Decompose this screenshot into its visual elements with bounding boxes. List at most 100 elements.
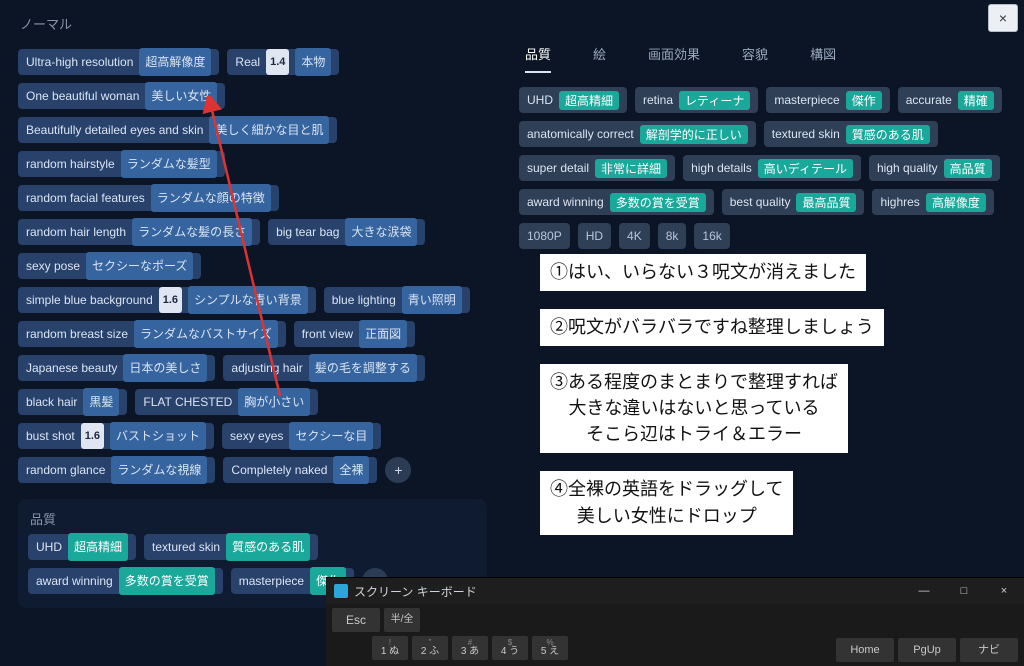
osk-key[interactable]: %5 え <box>532 636 568 660</box>
tab-4[interactable]: 構図 <box>810 44 836 73</box>
tag-translation: 高いディテール <box>758 159 853 178</box>
library-tag[interactable]: 4K <box>619 223 650 249</box>
osk-title-text: スクリーン キーボード <box>354 583 477 600</box>
prompt-tag[interactable]: textured skin質感のある肌 <box>144 534 318 560</box>
tag-translation: 多数の賞を受賞 <box>610 193 706 212</box>
tag-translation: ランダムな顔の特徴 <box>151 184 271 212</box>
instruction-note: ②呪文がバラバラですね整理しましょう <box>540 309 884 346</box>
prompt-tag[interactable]: Ultra-high resolution超高解像度 <box>18 49 219 75</box>
library-tag[interactable]: HD <box>578 223 611 249</box>
library-tag[interactable]: high quality高品質 <box>869 155 1000 181</box>
library-tag[interactable]: 16k <box>694 223 729 249</box>
tag-translation: ランダムな髪型 <box>121 150 217 178</box>
tab-1[interactable]: 絵 <box>593 44 606 73</box>
tag-translation: 超高精細 <box>68 533 128 561</box>
tag-translation: セクシーなポーズ <box>86 252 193 280</box>
prompt-tag[interactable]: Completely naked全裸 <box>223 457 377 483</box>
prompt-tag[interactable]: blue lighting青い照明 <box>324 287 470 313</box>
library-tag[interactable]: highres高解像度 <box>872 189 993 215</box>
tab-2[interactable]: 画面効果 <box>648 44 700 73</box>
prompt-tag[interactable]: black hair黒髪 <box>18 389 127 415</box>
osk-key[interactable]: #3 あ <box>452 636 488 660</box>
prompt-tag[interactable]: front view正面図 <box>294 321 415 347</box>
library-tag[interactable]: super detail非常に詳細 <box>519 155 675 181</box>
tag-translation: 高品質 <box>944 159 992 178</box>
library-tag[interactable]: 1080P <box>519 223 570 249</box>
prompt-tag[interactable]: Japanese beauty日本の美しさ <box>18 355 215 381</box>
tag-translation: 多数の賞を受賞 <box>119 567 215 595</box>
tag-translation: バストショット <box>110 422 206 450</box>
prompt-tag[interactable]: adjusting hair髪の毛を調整する <box>223 355 424 381</box>
prompt-tag[interactable]: big tear bag大きな涙袋 <box>268 219 425 245</box>
tag-translation: 日本の美しさ <box>123 354 207 382</box>
library-tag[interactable]: accurate精確 <box>898 87 1002 113</box>
tag-translation: 青い照明 <box>402 286 462 314</box>
tag-translation: ランダムな視線 <box>111 456 207 484</box>
tag-translation: 大きな涙袋 <box>345 218 417 246</box>
tag-translation: 正面図 <box>359 320 407 348</box>
close-window-button[interactable]: × <box>984 578 1024 604</box>
osk-key[interactable]: $4 う <box>492 636 528 660</box>
tag-translation: 高解像度 <box>926 193 986 212</box>
tag-weight: 1.6 <box>159 287 182 313</box>
tag-translation: 質感のある肌 <box>846 125 930 144</box>
osk-key[interactable]: "2 ふ <box>412 636 448 660</box>
library-tag[interactable]: textured skin質感のある肌 <box>764 121 938 147</box>
library-tag[interactable]: award winning多数の賞を受賞 <box>519 189 714 215</box>
library-tag[interactable]: high details高いディテール <box>683 155 861 181</box>
tab-bar: 品質 絵 画面効果 容貌 構図 <box>509 34 1014 73</box>
library-tag[interactable]: UHD超高精細 <box>519 87 627 113</box>
tag-weight: 1.4 <box>266 49 289 75</box>
osk-key[interactable]: Esc <box>332 608 380 632</box>
instruction-note: ③ある程度のまとまりで整理すれば大きな違いはないと思っているそこら辺はトライ＆エ… <box>540 364 848 453</box>
library-tag[interactable]: anatomically correct解剖学的に正しい <box>519 121 756 147</box>
instruction-note: ④全裸の英語をドラッグして美しい女性にドロップ <box>540 471 793 534</box>
left-column: ノーマル Ultra-high resolution超高解像度Real1.4本物… <box>0 0 499 666</box>
osk-key[interactable]: PgUp <box>898 638 956 662</box>
prompt-tag[interactable]: Real1.4本物 <box>227 49 339 75</box>
instruction-notes: ①はい、いらない３呪文が消えました②呪文がバラバラですね整理しましょう③ある程度… <box>540 254 884 535</box>
tag-translation: 解剖学的に正しい <box>640 125 748 144</box>
osk-icon <box>334 584 348 598</box>
tag-translation: レティーナ <box>679 91 750 110</box>
osk-row-1: Esc半/全 <box>326 604 1024 632</box>
prompt-tag[interactable]: random facial featuresランダムな顔の特徴 <box>18 185 279 211</box>
prompt-tag[interactable]: Beautifully detailed eyes and skin美しく細かな… <box>18 117 337 143</box>
prompt-tag[interactable]: random breast sizeランダムなバストサイズ <box>18 321 286 347</box>
tag-translation: 精確 <box>958 91 994 110</box>
prompt-tag[interactable]: random glanceランダムな視線 <box>18 457 215 483</box>
osk-titlebar[interactable]: スクリーン キーボード — □ × <box>326 578 1024 604</box>
library-tag[interactable]: best quality最高品質 <box>722 189 865 215</box>
tag-group-normal: Ultra-high resolution超高解像度Real1.4本物One b… <box>18 49 487 483</box>
prompt-tag[interactable]: sexy poseセクシーなポーズ <box>18 253 201 279</box>
tag-translation: 胸が小さい <box>238 388 310 416</box>
osk-key[interactable]: 半/全 <box>384 608 420 632</box>
prompt-tag[interactable]: UHD超高精細 <box>28 534 136 560</box>
add-tag-button[interactable]: + <box>385 457 411 483</box>
osk-key[interactable]: !1 ぬ <box>372 636 408 660</box>
prompt-tag[interactable]: sexy eyesセクシーな目 <box>222 423 381 449</box>
osk-key[interactable]: Home <box>836 638 894 662</box>
prompt-tag[interactable]: One beautiful woman美しい女性 <box>18 83 225 109</box>
tag-translation: 美しい女性 <box>145 82 217 110</box>
tab-0[interactable]: 品質 <box>525 44 551 73</box>
library-tag[interactable]: 8k <box>658 223 687 249</box>
prompt-tag[interactable]: random hair lengthランダムな髪の長さ <box>18 219 260 245</box>
tag-translation: ランダムなバストサイズ <box>134 320 278 348</box>
prompt-tag[interactable]: bust shot1.6バストショット <box>18 423 214 449</box>
osk-key[interactable]: ナビ <box>960 638 1018 662</box>
maximize-button[interactable]: □ <box>944 578 984 604</box>
tab-3[interactable]: 容貌 <box>742 44 768 73</box>
close-button[interactable]: × <box>988 4 1018 32</box>
tag-translation: 非常に詳細 <box>595 159 667 178</box>
minimize-button[interactable]: — <box>904 578 944 604</box>
prompt-tag[interactable]: FLAT CHESTED胸が小さい <box>135 389 318 415</box>
library-tag[interactable]: masterpiece傑作 <box>766 87 889 113</box>
tag-translation: 美しく細かな目と肌 <box>209 116 329 144</box>
prompt-tag[interactable]: random hairstyleランダムな髪型 <box>18 151 225 177</box>
prompt-tag[interactable]: award winning多数の賞を受賞 <box>28 568 223 594</box>
tag-translation: 本物 <box>295 48 331 76</box>
app-root: ノーマル Ultra-high resolution超高解像度Real1.4本物… <box>0 0 1024 666</box>
library-tag[interactable]: retinaレティーナ <box>635 87 758 113</box>
prompt-tag[interactable]: simple blue background1.6シンプルな青い背景 <box>18 287 316 313</box>
